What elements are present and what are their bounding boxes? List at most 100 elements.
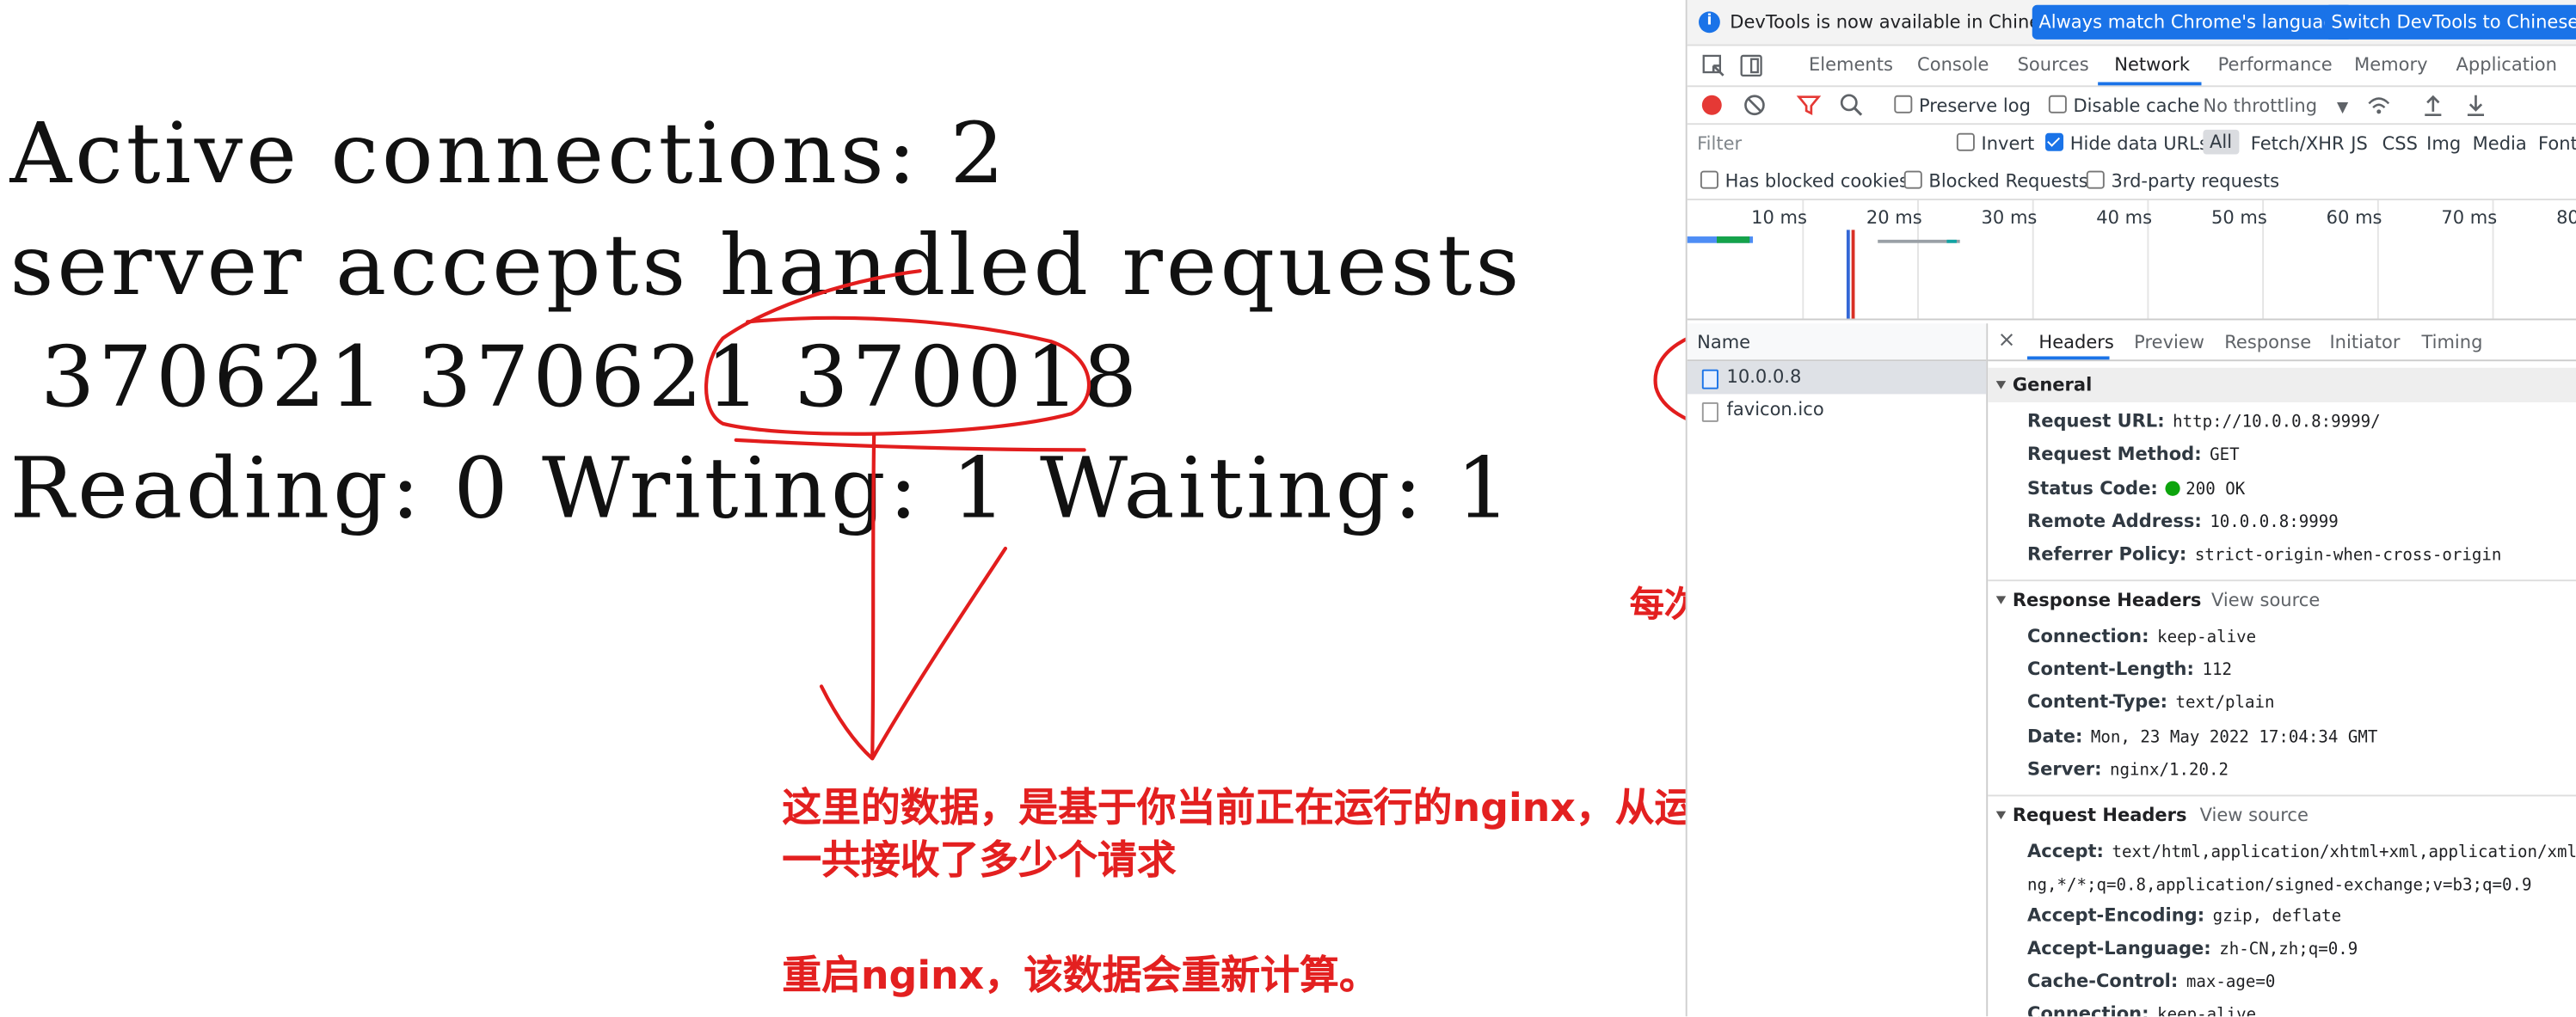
header-value: gzip, deflate [2212,908,2342,927]
chevron-down-icon: ▼ [2336,100,2349,117]
status-ok-icon [2166,481,2181,496]
tab-response[interactable]: Response [2224,332,2311,353]
search-icon[interactable] [1838,92,1865,119]
import-har-icon[interactable] [2420,92,2447,119]
section-title: Request Headers [2012,804,2187,826]
header-value: nginx/1.20.2 [2110,762,2229,781]
disable-cache-checkbox[interactable]: Disable cache [2048,95,2199,117]
filter-type-img[interactable]: Img [2426,133,2461,155]
header-key: Status Code: [2027,477,2158,499]
response-header-row: Content-Type: text/plain [2027,691,2275,713]
tab-application[interactable]: Application [2456,54,2557,76]
request-row-document[interactable]: 10.0.0.8 [1687,361,1987,395]
switch-to-chinese-button[interactable]: Switch DevTools to Chinese [2324,4,2576,40]
filter-type-fetch-xhr[interactable]: Fetch/XHR [2251,133,2345,155]
tab-console[interactable]: Console [1917,54,1989,76]
collapse-triangle-icon [1995,381,2007,389]
document-icon [1701,369,1718,389]
hide-data-urls-label: Hide data URLs [2069,132,2209,155]
invert-label: Invert [1981,132,2035,155]
record-icon[interactable] [1699,92,1725,119]
tab-elements[interactable]: Elements [1809,54,1893,76]
view-source-link[interactable]: View source [2200,805,2309,826]
tab-network[interactable]: Network [2114,54,2190,76]
name-header-label: Name [1697,331,1751,353]
request-header-row: Accept-Language: zh-CN,zh;q=0.9 [2027,938,2358,959]
invert-checkbox[interactable]: Invert [1956,132,2035,155]
filter-type-media[interactable]: Media [2473,133,2527,155]
has-blocked-cookies-checkbox[interactable]: Has blocked cookies [1700,170,1909,193]
header-key: Accept-Encoding: [2027,904,2205,927]
response-header-row: Connection: keep-alive [2027,626,2256,647]
preserve-log-label: Preserve log [1918,95,2031,117]
throttling-select[interactable]: No throttling ▼ [2203,95,2348,117]
request-header-row: Connection: keep-alive [2027,1003,2256,1016]
export-har-icon[interactable] [2462,92,2489,119]
request-headers-section-header[interactable]: Request Headers View source [1988,798,2576,832]
network-conditions-icon[interactable] [2366,92,2393,119]
checkbox-box [2048,95,2067,113]
tab-initiator[interactable]: Initiator [2329,332,2400,353]
collapse-triangle-icon [1995,596,2007,604]
network-toolbar: Preserve log Disable cache No throttling… [1687,87,2576,126]
close-icon[interactable]: × [1998,328,2016,353]
request-row-favicon[interactable]: favicon.ico [1688,394,1987,426]
request-header-row: Accept-Encoding: gzip, deflate [2027,904,2341,926]
always-match-language-button[interactable]: Always match Chrome's language [2032,4,2353,40]
filter-type-css[interactable]: CSS [2382,133,2418,155]
inspect-element-icon[interactable] [1700,52,1727,79]
dom-content-loaded-marker [1846,230,1850,319]
header-key: Date: [2027,726,2083,748]
response-header-row: Content-Length: 112 [2027,659,2232,680]
tab-headers[interactable]: Headers [2038,332,2113,353]
device-toolbar-icon[interactable] [1738,52,1765,79]
section-divider [1988,794,2576,797]
name-column-header[interactable]: Name [1687,323,1987,362]
general-row: Request Method: GET [2027,444,2240,465]
section-divider [1988,579,2576,582]
header-key: Referrer Policy: [2027,543,2187,566]
header-key: Content-Type: [2027,691,2168,713]
tab-memory[interactable]: Memory [2354,54,2427,76]
header-key: Connection: [2027,625,2149,647]
preserve-log-checkbox[interactable]: Preserve log [1894,95,2031,117]
section-title: General [2012,374,2093,396]
filter-type-js[interactable]: JS [2351,133,2368,155]
tick-label: 60 ms [2326,206,2382,229]
general-section-header[interactable]: General [1988,367,2576,402]
header-value: strict-origin-when-cross-origin [2194,547,2502,566]
filter-icon[interactable] [1796,92,1823,119]
timeline-overview[interactable]: 10 ms 20 ms 30 ms 40 ms 50 ms 60 ms 70 m… [1687,200,2576,321]
filter-input[interactable] [1690,129,1951,156]
blocked-requests-checkbox[interactable]: Blocked Requests [1903,170,2088,192]
tab-sources[interactable]: Sources [2018,54,2089,76]
general-row: Status Code: 200 OK [2027,478,2245,499]
filter-type-font[interactable]: Font [2538,133,2576,155]
header-key: Server: [2027,758,2102,781]
header-value: GET [2210,446,2240,465]
tab-performance[interactable]: Performance [2218,54,2333,76]
blocked-filter-bar: Has blocked cookies Blocked Requests 3rd… [1687,162,2576,201]
active-tab-indicator [2098,82,2202,86]
request-detail-pane: × Headers Preview Response Initiator Tim… [1988,323,2576,1016]
third-party-requests-checkbox[interactable]: 3rd-party requests [2086,170,2279,192]
general-row: Referrer Policy: strict-origin-when-cross… [2027,543,2501,565]
header-key: Request URL: [2027,410,2165,432]
hide-data-urls-checkbox[interactable]: Hide data URLs [2045,132,2209,155]
tab-timing[interactable]: Timing [2421,332,2482,353]
throttling-value: No throttling [2203,95,2318,117]
header-value: keep-alive [2157,1006,2257,1017]
request-header-row: ng,*/*;q=0.8,application/signed-exchange… [2027,873,2531,895]
clear-icon[interactable] [1742,92,1768,119]
header-value: text/plain [2175,694,2275,713]
header-key: Request Method: [2027,443,2202,465]
header-key: Remote Address: [2027,511,2202,532]
has-blocked-cookies-label: Has blocked cookies [1725,170,1909,193]
devtools-panel: i DevTools is now available in Chinese! … [1685,0,2576,1017]
server-header-line: server accepts handled requests [9,218,1523,316]
filter-type-all[interactable]: All [2203,129,2239,155]
header-key: Accept: [2027,840,2104,862]
tab-preview[interactable]: Preview [2134,332,2204,353]
view-source-link[interactable]: View source [2211,590,2320,611]
response-headers-section-header[interactable]: Response Headers View source [1988,583,2576,617]
